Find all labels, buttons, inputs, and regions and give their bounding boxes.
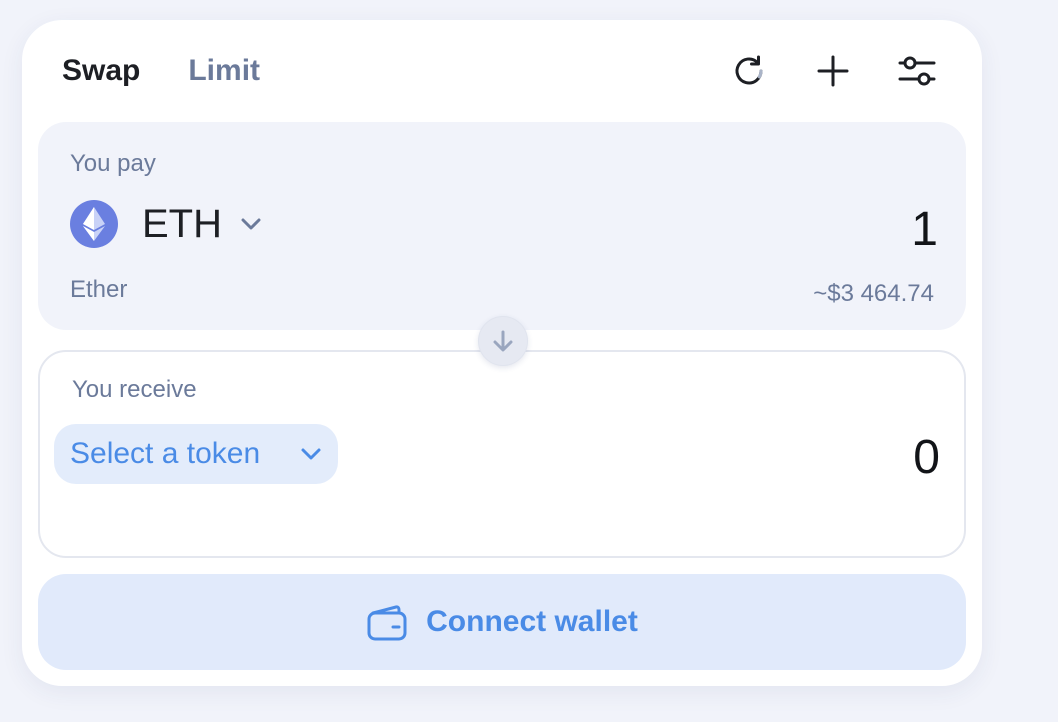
select-token-label: Select a token bbox=[70, 437, 261, 470]
pay-fiat-value: ~$3 464.74 bbox=[813, 280, 934, 307]
pay-label: You pay bbox=[70, 150, 156, 177]
refresh-icon bbox=[735, 55, 763, 85]
tab-limit[interactable]: Limit bbox=[188, 54, 260, 88]
tab-swap[interactable]: Swap bbox=[62, 54, 140, 88]
pay-token-symbol: ETH bbox=[142, 201, 222, 246]
pay-token-selector[interactable]: ETH bbox=[70, 200, 262, 248]
select-token-button[interactable]: Select a token bbox=[54, 424, 338, 484]
arrow-down-icon bbox=[493, 330, 513, 352]
add-button[interactable] bbox=[812, 50, 854, 92]
pay-token-name: Ether bbox=[70, 276, 128, 303]
chevron-down-icon bbox=[301, 448, 321, 460]
swap-card: Swap Limit You pay ETH 1 Ether ~$3 464.7… bbox=[22, 20, 982, 686]
receive-panel: You receive Select a token 0 bbox=[38, 350, 966, 558]
settings-button[interactable] bbox=[896, 50, 938, 92]
pay-amount-input[interactable]: 1 bbox=[911, 202, 938, 257]
connect-wallet-label: Connect wallet bbox=[426, 605, 638, 638]
chevron-down-icon bbox=[241, 218, 261, 230]
header-actions bbox=[728, 50, 938, 92]
connect-wallet-button[interactable]: Connect wallet bbox=[38, 574, 966, 670]
receive-label: You receive bbox=[72, 376, 197, 403]
receive-amount-input[interactable]: 0 bbox=[913, 430, 940, 485]
ethereum-icon bbox=[70, 200, 118, 248]
switch-direction-button[interactable] bbox=[478, 316, 528, 366]
plus-icon bbox=[817, 55, 849, 87]
wallet-icon bbox=[367, 605, 407, 641]
settings-sliders-icon bbox=[898, 56, 936, 86]
refresh-button[interactable] bbox=[728, 50, 770, 92]
swap-tabs: Swap Limit bbox=[62, 54, 260, 88]
pay-panel: You pay ETH 1 Ether ~$3 464.74 bbox=[38, 122, 966, 330]
